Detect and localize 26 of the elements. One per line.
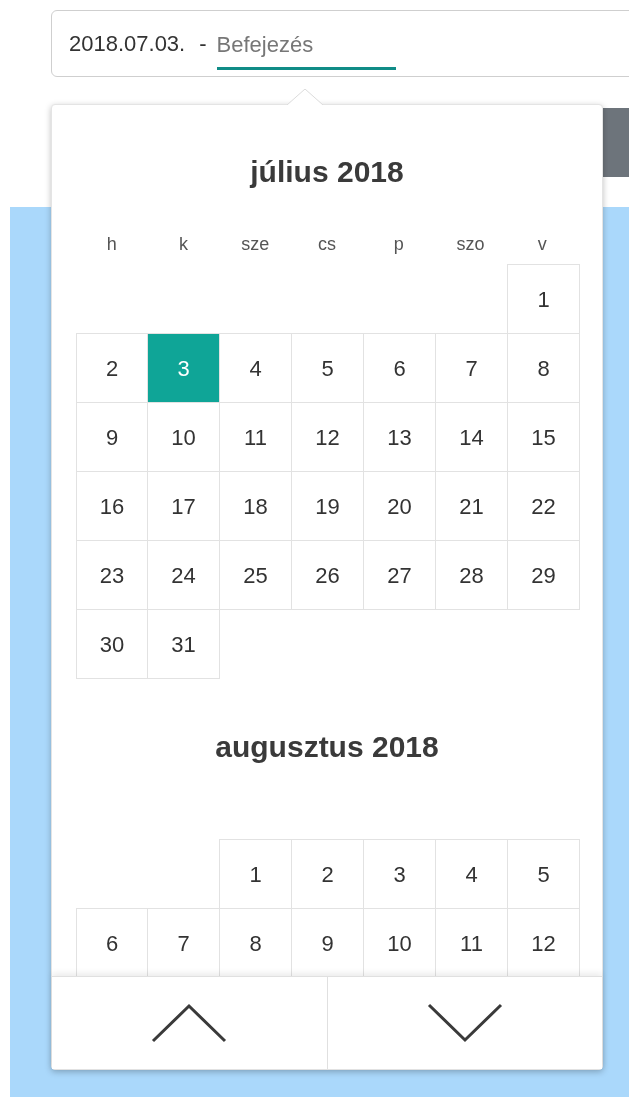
day-cell[interactable]: 30 <box>76 609 148 679</box>
start-date-value: 2018.07.03. <box>69 30 186 58</box>
end-date-input[interactable]: Befejezés <box>216 29 396 70</box>
day-cell[interactable]: 31 <box>147 609 220 679</box>
chevron-down-icon <box>426 1003 503 1043</box>
date-range-field[interactable]: 2018.07.03. - Befejezés <box>51 10 629 77</box>
previous-month-button[interactable] <box>52 977 328 1069</box>
weekday-label: v <box>537 232 547 256</box>
day-cell[interactable]: 1 <box>507 264 580 334</box>
range-separator: - <box>199 30 207 58</box>
next-month-button[interactable] <box>327 977 602 1069</box>
month-title: augusztus 2018 <box>214 728 440 765</box>
weekday-label: szo <box>456 232 485 256</box>
weekday-label: h <box>106 232 117 256</box>
day-cell[interactable]: 6 <box>76 908 148 976</box>
weekday-label: sze <box>241 232 270 256</box>
chevron-up-icon <box>151 1003 228 1043</box>
weekday-label: cs <box>318 232 336 256</box>
day-cell[interactable]: 29 <box>507 540 580 610</box>
day-cell[interactable]: 5 <box>507 839 580 909</box>
toolbar-bar <box>603 108 629 177</box>
weekday-label: k <box>179 232 189 256</box>
day-cell[interactable]: 2 <box>76 333 148 403</box>
day-cell[interactable]: 1 <box>219 839 292 909</box>
month-title: július 2018 <box>248 153 405 190</box>
weekday-label: p <box>393 232 404 256</box>
